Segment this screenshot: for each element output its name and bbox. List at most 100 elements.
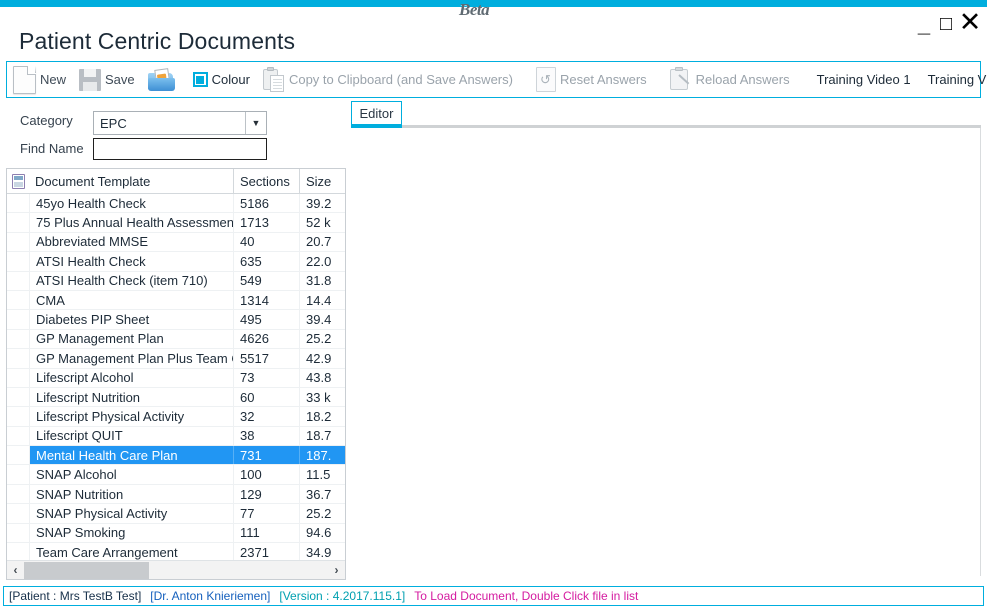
table-row[interactable]: ATSI Health Check63522.0 (7, 252, 345, 271)
clipboard-pen-icon (670, 67, 692, 92)
table-row[interactable]: GP Management Plan Plus Team Care Ar...5… (7, 349, 345, 368)
reset-answers-button[interactable]: ↺ Reset Answers (532, 63, 656, 96)
row-gutter (7, 310, 30, 328)
table-row[interactable]: ATSI Health Check (item 710)54931.8 (7, 272, 345, 291)
new-button-label: New (36, 72, 71, 87)
cell-size: 39.2 (299, 194, 345, 212)
scroll-right-arrow-icon[interactable]: › (328, 563, 345, 577)
cell-document-template: 75 Plus Annual Health Assessment (30, 213, 233, 231)
save-button[interactable]: Save (75, 63, 144, 96)
cell-size: 187. (299, 446, 345, 464)
table-row[interactable]: Diabetes PIP Sheet49539.4 (7, 310, 345, 329)
cell-sections: 73 (233, 369, 299, 387)
row-gutter (7, 252, 30, 270)
cell-size: 43.8 (299, 369, 345, 387)
chevron-down-icon[interactable]: ▼ (245, 112, 266, 134)
scrollbar-track[interactable] (24, 562, 328, 579)
cell-sections: 635 (233, 252, 299, 270)
new-document-icon (13, 66, 36, 94)
cell-size: 11.5 (299, 465, 345, 483)
cell-size: 22.0 (299, 252, 345, 270)
maximize-button[interactable]: □ (935, 10, 957, 37)
application-window: Beta _ □ ✕ Patient Centric Documents New… (0, 0, 987, 608)
table-row[interactable]: Lifescript Physical Activity3218.2 (7, 407, 345, 426)
minimize-button[interactable]: _ (913, 12, 935, 37)
table-row[interactable]: SNAP Alcohol10011.5 (7, 465, 345, 484)
cell-size: 20.7 (299, 233, 345, 251)
row-gutter (7, 272, 30, 290)
document-template-list: Document Template Sections Size 45yo Hea… (6, 168, 346, 580)
cell-document-template: Lifescript QUIT (30, 427, 233, 445)
table-row[interactable]: GP Management Plan462625.2 (7, 330, 345, 349)
category-label: Category (20, 113, 73, 128)
cell-document-template: ATSI Health Check (30, 252, 233, 270)
column-header-size[interactable]: Size (299, 169, 345, 193)
table-row[interactable]: Mental Health Care Plan731187. (7, 446, 345, 465)
table-row[interactable]: Lifescript QUIT3818.7 (7, 427, 345, 446)
find-name-label: Find Name (20, 141, 84, 156)
tab-editor[interactable]: Editor (351, 101, 402, 128)
row-gutter (7, 388, 30, 406)
row-gutter (7, 233, 30, 251)
find-name-input[interactable] (93, 138, 267, 160)
cell-document-template: SNAP Smoking (30, 524, 233, 542)
row-gutter (7, 524, 30, 542)
table-row[interactable]: Lifescript Alcohol7343.8 (7, 369, 345, 388)
training-video-1-label: Training Video 1 (813, 72, 916, 87)
floppy-disk-icon (79, 69, 101, 91)
row-gutter (7, 194, 30, 212)
row-gutter (7, 213, 30, 231)
cell-document-template: Lifescript Physical Activity (30, 407, 233, 425)
cell-document-template: SNAP Nutrition (30, 485, 233, 503)
status-version: [Version : 4.2017.115.1] (279, 589, 405, 603)
cell-document-template: SNAP Alcohol (30, 465, 233, 483)
column-header-sections[interactable]: Sections (233, 169, 299, 193)
table-row[interactable]: Lifescript Nutrition6033 k (7, 388, 345, 407)
beta-watermark: Beta (459, 0, 489, 20)
table-row[interactable]: SNAP Nutrition12936.7 (7, 485, 345, 504)
cell-size: 94.6 (299, 524, 345, 542)
reload-answers-button[interactable]: Reload Answers (666, 63, 799, 96)
cell-size: 34.9 (299, 543, 345, 561)
copy-to-clipboard-button[interactable]: Copy to Clipboard (and Save Answers) (259, 63, 522, 96)
reload-answers-label: Reload Answers (692, 72, 795, 87)
new-button[interactable]: New (9, 63, 75, 96)
row-gutter (7, 543, 30, 561)
cell-document-template: Mental Health Care Plan (30, 446, 233, 464)
table-row[interactable]: SNAP Physical Activity7725.2 (7, 504, 345, 523)
cell-sections: 100 (233, 465, 299, 483)
training-video-1-button[interactable]: Training Video 1 (809, 63, 920, 96)
cell-size: 52 k (299, 213, 345, 231)
editor-content-area[interactable] (351, 128, 981, 576)
category-selected-value: EPC (94, 116, 245, 131)
table-row[interactable]: 75 Plus Annual Health Assessment171352 k (7, 213, 345, 232)
training-video-2-button[interactable]: Training Video 2 (920, 63, 987, 96)
cell-size: 31.8 (299, 272, 345, 290)
row-gutter (7, 291, 30, 309)
open-document-button[interactable] (144, 63, 179, 96)
cell-sections: 549 (233, 272, 299, 290)
cell-size: 25.2 (299, 330, 345, 348)
scrollbar-thumb[interactable] (24, 562, 149, 579)
cell-document-template: 45yo Health Check (30, 194, 233, 212)
scroll-left-arrow-icon[interactable]: ‹ (7, 563, 24, 577)
colour-checkbox[interactable]: Colour (189, 63, 259, 96)
cell-size: 18.7 (299, 427, 345, 445)
cell-document-template: Diabetes PIP Sheet (30, 310, 233, 328)
category-select[interactable]: EPC ▼ (93, 111, 267, 135)
list-body: 45yo Health Check518639.275 Plus Annual … (7, 194, 345, 562)
reset-refresh-icon: ↺ (536, 67, 556, 92)
table-row[interactable]: Abbreviated MMSE4020.7 (7, 233, 345, 252)
column-header-document-template[interactable]: Document Template (29, 169, 233, 193)
status-hint: To Load Document, Double Click file in l… (414, 589, 638, 603)
table-row[interactable]: CMA131414.4 (7, 291, 345, 310)
close-button[interactable]: ✕ (957, 12, 983, 37)
horizontal-scrollbar[interactable]: ‹ › (7, 560, 345, 579)
cell-document-template: Team Care Arrangement (30, 543, 233, 561)
table-row[interactable]: SNAP Smoking11194.6 (7, 524, 345, 543)
cell-sections: 495 (233, 310, 299, 328)
cell-sections: 32 (233, 407, 299, 425)
colour-label: Colour (208, 72, 255, 87)
table-row[interactable]: 45yo Health Check518639.2 (7, 194, 345, 213)
cell-document-template: GP Management Plan Plus Team Care Ar... (30, 349, 233, 367)
